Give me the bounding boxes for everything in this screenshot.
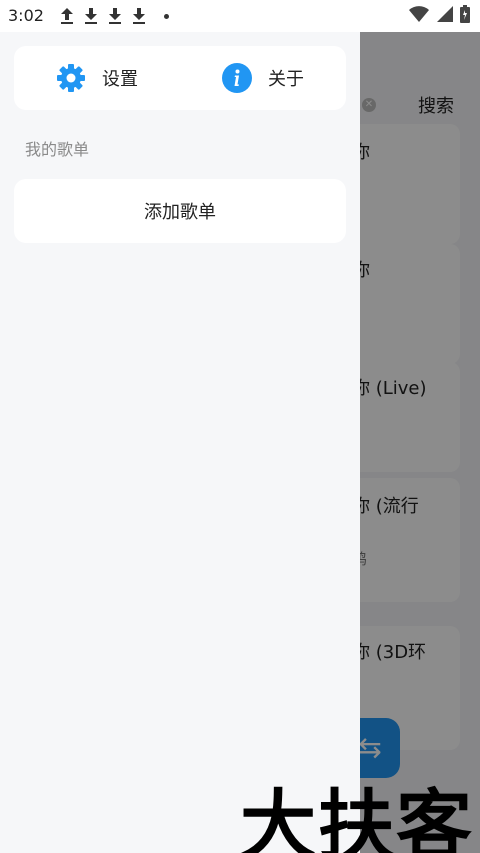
status-bar: 3:02: [0, 0, 480, 32]
navigation-drawer: 设置 关于 我的歌单 添加歌单: [0, 32, 360, 853]
my-playlists-heading: 我的歌单: [25, 140, 90, 159]
download-icon: [133, 8, 145, 24]
settings-label: 设置: [102, 69, 138, 90]
system-icons: [408, 5, 470, 23]
settings-button[interactable]: 设置: [56, 46, 138, 110]
download-icon: [109, 8, 121, 24]
add-playlist-button[interactable]: 添加歌单: [14, 179, 346, 243]
info-icon: [222, 63, 252, 93]
add-playlist-label: 添加歌单: [144, 202, 216, 223]
drawer-top-card: 设置 关于: [14, 46, 346, 110]
download-icon: [85, 8, 97, 24]
battery-icon: [460, 5, 470, 23]
watermark: 大扶客: [240, 781, 474, 853]
about-button[interactable]: 关于: [222, 46, 304, 110]
status-time: 3:02: [8, 6, 44, 25]
about-label: 关于: [268, 69, 304, 90]
notification-icons: [60, 4, 169, 28]
cell-signal-icon: [437, 6, 453, 22]
upload-icon: [61, 8, 73, 24]
gear-icon: [57, 64, 85, 92]
wifi-icon: [409, 6, 429, 22]
dot-icon: [164, 13, 169, 19]
